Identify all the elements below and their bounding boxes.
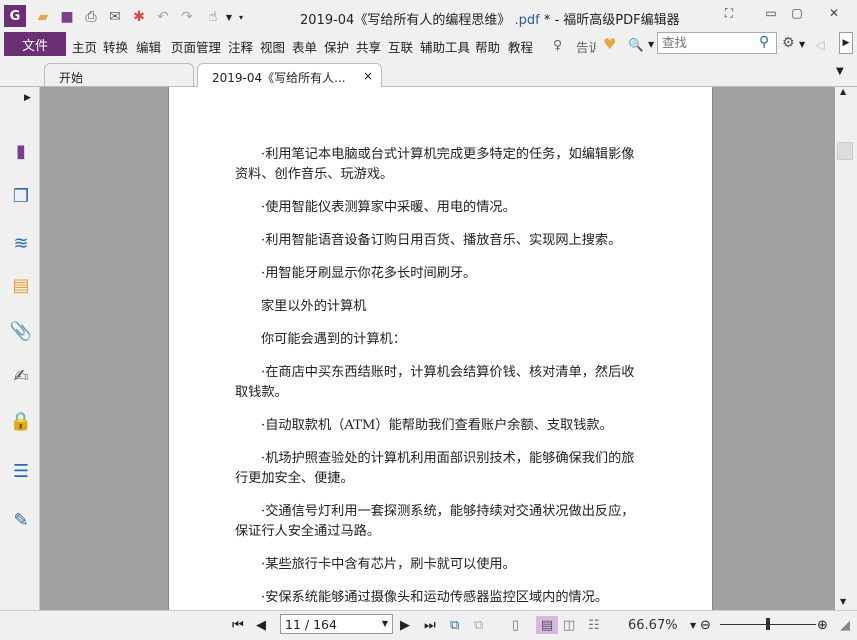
- title-app-name: * - 福昕高级PDF编辑器: [539, 13, 680, 28]
- comments-icon[interactable]: ▤: [8, 272, 34, 298]
- redo-icon[interactable]: ↷: [178, 8, 196, 26]
- email-icon[interactable]: ✉: [106, 8, 124, 26]
- tab-list-dropdown-icon[interactable]: ▼: [836, 66, 844, 77]
- customize-toolbar-icon[interactable]: ▾: [232, 8, 250, 26]
- expand-sidebar-icon[interactable]: ▶: [24, 93, 31, 103]
- paragraph: 家里以外的计算机: [261, 299, 367, 314]
- tab-document[interactable]: 2019-04《写给所有人... ×: [197, 63, 382, 88]
- menu-protect[interactable]: 保护: [324, 37, 349, 56]
- zoom-slider-thumb[interactable]: [766, 618, 770, 630]
- search-folder-icon[interactable]: 🔍: [628, 37, 644, 53]
- continuous-facing-icon[interactable]: ☷: [588, 616, 600, 634]
- paragraph: ·利用笔记本电脑或台式计算机完成更多特定的任务，如编辑影像资料、创作音乐、玩游戏…: [235, 147, 635, 182]
- tab-document-label: 2019-04《写给所有人...: [212, 71, 346, 85]
- close-window-button[interactable]: ✕: [823, 6, 845, 24]
- window-title: 2019-04《写给所有人的编程思维》 .pdf * - 福昕高级PDF编辑器: [300, 9, 680, 28]
- paragraph: ·在商店中买东西结账时，计算机会结算价钱、核对清单，然后收取钱款。: [235, 365, 635, 400]
- fullscreen-icon[interactable]: ⛶: [718, 6, 740, 24]
- undo-icon[interactable]: ↶: [154, 8, 172, 26]
- paragraph: ·使用智能仪表测算家中采暖、用电的情况。: [261, 200, 516, 215]
- scroll-up-icon[interactable]: ▲: [840, 87, 846, 96]
- certify-icon[interactable]: ✎: [8, 507, 34, 533]
- ribbon-scroll-left-icon[interactable]: ◁: [815, 37, 825, 52]
- menu-share[interactable]: 共享: [356, 37, 381, 56]
- open-folder-icon[interactable]: ▰: [34, 8, 52, 26]
- ribbon-scroll-right-button[interactable]: ▶: [839, 32, 853, 54]
- menu-home[interactable]: 主页: [72, 37, 97, 56]
- menu-help[interactable]: 帮助: [475, 37, 500, 56]
- last-page-icon[interactable]: ⏭: [424, 616, 436, 634]
- scrollbar-thumb[interactable]: [837, 142, 853, 160]
- title-extension: .pdf: [514, 13, 540, 28]
- paragraph: ·用智能牙刷显示你花多长时间刷牙。: [261, 266, 477, 281]
- layers-icon[interactable]: ≋: [8, 230, 34, 256]
- tab-close-icon[interactable]: ×: [363, 69, 373, 83]
- paragraph: ·交通信号灯利用一套探测系统，能够持续对交通状况做出反应，保证行人安全通过马路。: [235, 504, 635, 539]
- minimize-button[interactable]: ▭: [760, 6, 782, 24]
- previous-view-icon[interactable]: ⧉: [450, 616, 459, 634]
- pdf-page: ·利用笔记本电脑或台式计算机完成更多特定的任务，如编辑影像资料、创作音乐、玩游戏…: [168, 87, 713, 610]
- form-fields-icon[interactable]: ☰: [8, 458, 34, 484]
- scroll-down-icon[interactable]: ▼: [840, 597, 846, 606]
- menu-page-management[interactable]: 页面管理: [171, 37, 221, 56]
- menu-file[interactable]: 文件: [4, 32, 66, 56]
- previous-page-icon[interactable]: ◀: [256, 616, 266, 634]
- restore-button[interactable]: ▢: [786, 6, 808, 24]
- page-text: ·利用笔记本电脑或台式计算机完成更多特定的任务，如编辑影像资料、创作音乐、玩游戏…: [235, 145, 647, 610]
- pages-icon[interactable]: ❐: [8, 183, 34, 209]
- settings-dropdown-icon[interactable]: ▼: [799, 40, 805, 49]
- tab-start[interactable]: 开始: [44, 63, 194, 87]
- paragraph: ·机场护照查验处的计算机利用面部识别技术，能够确保我们的旅行更加安全、便捷。: [235, 451, 635, 486]
- next-page-icon[interactable]: ▶: [400, 616, 410, 634]
- page-number-value: 11 / 164: [285, 617, 337, 632]
- search-folder-dropdown-icon[interactable]: ▼: [648, 40, 654, 49]
- paragraph: ·某些旅行卡中含有芯片，刷卡就可以使用。: [261, 557, 516, 572]
- paragraph: ·利用智能语音设备订购日用百货、播放音乐、实现网上搜索。: [261, 233, 622, 248]
- document-viewer: ·利用笔记本电脑或台式计算机完成更多特定的任务，如编辑影像资料、创作音乐、玩游戏…: [40, 87, 835, 610]
- page-thumbnails-icon[interactable]: ▮: [8, 138, 34, 164]
- save-icon[interactable]: ■: [58, 8, 76, 26]
- vertical-scrollbar[interactable]: ▲ ▼: [835, 87, 857, 610]
- zoom-in-icon[interactable]: ⊕: [817, 616, 828, 634]
- first-page-icon[interactable]: ⏮: [232, 616, 244, 634]
- paragraph: ·自动取款机（ATM）能帮助我们查看账户余额、支取钱款。: [261, 418, 613, 433]
- zoom-dropdown-icon[interactable]: ▼: [690, 616, 696, 634]
- menu-tutorial[interactable]: 教程: [508, 37, 533, 56]
- page-number-input[interactable]: 11 / 164 ▼: [280, 614, 393, 634]
- lightbulb-icon[interactable]: ♀: [553, 37, 562, 52]
- continuous-page-icon[interactable]: ▤: [536, 616, 558, 634]
- zoom-level[interactable]: 66.67%: [628, 616, 678, 634]
- menu-comment[interactable]: 注释: [228, 37, 253, 56]
- print-icon[interactable]: ⎙: [82, 8, 100, 26]
- next-view-icon[interactable]: ⧉: [474, 616, 483, 634]
- new-document-icon[interactable]: ✱: [130, 8, 148, 26]
- menu-edit[interactable]: 编辑: [136, 37, 161, 56]
- zoom-out-icon[interactable]: ⊖: [700, 616, 711, 634]
- menu-form[interactable]: 表单: [292, 37, 317, 56]
- resize-grip-icon[interactable]: ◢: [840, 616, 850, 634]
- menu-view[interactable]: 视图: [260, 37, 285, 56]
- paragraph: ·安保系统能够通过摄像头和运动传感器监控区域内的情况。: [261, 590, 609, 605]
- signature-icon[interactable]: ✍: [8, 363, 34, 389]
- search-icon[interactable]: ⚲: [759, 34, 769, 50]
- page-dropdown-icon[interactable]: ▼: [382, 619, 388, 628]
- lock-icon[interactable]: 🔒: [8, 408, 34, 434]
- attachment-icon[interactable]: 📎: [8, 318, 34, 344]
- heart-icon[interactable]: ♥: [603, 35, 616, 53]
- single-page-icon[interactable]: ▯: [512, 616, 519, 634]
- settings-gear-icon[interactable]: ⚙: [782, 35, 795, 51]
- app-logo-icon: G: [4, 5, 26, 27]
- title-filename: 2019-04《写给所有人的编程思维》: [300, 13, 511, 28]
- menu-accessibility[interactable]: 辅助工具: [420, 37, 470, 56]
- menu-connect[interactable]: 互联: [388, 37, 413, 56]
- tell-me-input[interactable]: 告诉: [576, 37, 596, 56]
- facing-pages-icon[interactable]: ◫: [563, 616, 575, 634]
- menu-convert[interactable]: 转换: [103, 37, 128, 56]
- paragraph: 你可能会遇到的计算机：: [261, 332, 407, 347]
